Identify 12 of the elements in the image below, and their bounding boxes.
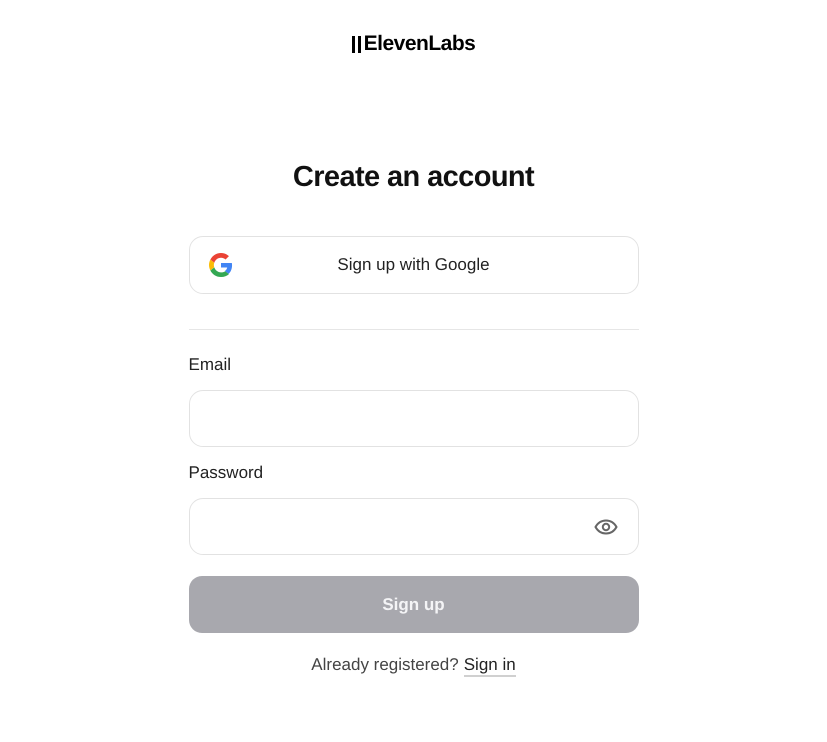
email-field[interactable] [188,390,638,447]
signin-link[interactable]: Sign in [464,655,516,677]
show-password-eye-icon[interactable] [594,518,618,534]
google-g-icon [208,253,232,277]
field-label: Email [188,355,232,375]
google-signup-button[interactable]: Sign up with Google [188,236,638,294]
logo-text: ElevenLabs [364,32,476,56]
field-label: Password [188,463,264,483]
page-heading: Create an account [292,160,534,194]
footer-text: Already registered? [311,655,459,676]
password-field[interactable] [188,498,638,555]
logo-bars-icon [352,36,361,52]
